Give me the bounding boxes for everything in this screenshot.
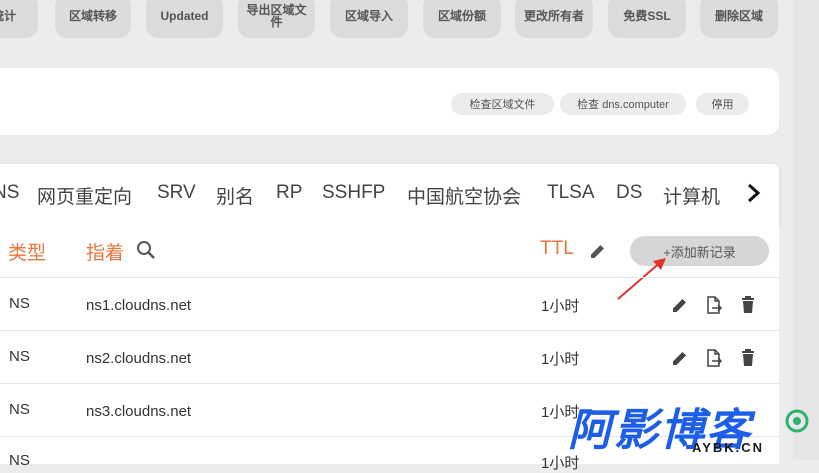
import-zone-button[interactable]: 区域导入	[330, 0, 408, 38]
record-type-cell: NS	[9, 452, 30, 469]
tab-srv[interactable]: SRV	[157, 182, 196, 204]
check-dns-button[interactable]: 检查 dns.computer	[560, 93, 686, 115]
annotation-arrow	[617, 258, 666, 300]
tab-web-redirect[interactable]: 网页重定向	[37, 182, 132, 209]
tab-caa[interactable]: 中国航空协会	[407, 182, 521, 209]
free-ssl-button[interactable]: 免费SSL	[608, 0, 686, 38]
page-scrollbar-track[interactable]	[793, 0, 819, 460]
record-ttl-cell: 1小时	[541, 351, 580, 368]
record-value-cell: ns2.cloudns.net	[86, 350, 192, 367]
tab-sshfp[interactable]: SSHFP	[322, 182, 385, 204]
export-zone-label: 导出区域文 件	[246, 3, 307, 29]
chevron-right-icon[interactable]	[745, 183, 763, 203]
statistics-label: 统计	[0, 9, 16, 23]
tab-computer[interactable]: 计算机	[663, 182, 720, 209]
tab-ns[interactable]: NS	[0, 182, 19, 204]
type-column-header[interactable]: 类型	[8, 238, 46, 265]
statistics-button[interactable]: 统计	[0, 0, 38, 38]
search-icon[interactable]	[136, 240, 156, 260]
updated-label: Updated	[160, 9, 209, 23]
delete-record-icon[interactable]	[738, 295, 758, 315]
disable-zone-button[interactable]: 停用	[696, 93, 749, 115]
change-owner-label: 更改所有者	[523, 9, 584, 23]
delete-record-icon[interactable]	[738, 348, 758, 368]
change-owner-button[interactable]: 更改所有者	[515, 0, 593, 38]
record-value-cell: ns1.cloudns.net	[86, 297, 192, 314]
delete-zone-label: 删除区域	[714, 9, 763, 23]
zone-share-label: 区域份额	[437, 9, 486, 23]
add-new-record-label: +添加新记录	[663, 244, 736, 260]
record-type-cell: NS	[9, 401, 30, 418]
record-type-cell: NS	[9, 295, 30, 312]
zone-share-button[interactable]: 区域份额	[423, 0, 501, 38]
row-divider	[0, 383, 779, 384]
check-zone-file-label: 检查区域文件	[469, 99, 536, 111]
tab-tlsa[interactable]: TLSA	[547, 182, 595, 204]
zone-toolbar: 统计 区域转移 Updated 导出区域文 件 区域导入 区域份额 更改所有者 …	[0, 0, 819, 38]
record-value-cell: ns3.cloudns.net	[86, 403, 192, 420]
check-dns-label: 检查 dns.computer	[577, 99, 669, 111]
edit-record-icon[interactable]	[670, 348, 690, 368]
delete-zone-button[interactable]: 删除区域	[700, 0, 778, 38]
copy-record-icon[interactable]	[704, 348, 724, 368]
ttl-column-header[interactable]: TTL	[540, 238, 574, 260]
watermark-logo: 阿影博客 AYBK.CN	[562, 398, 812, 460]
import-zone-label: 区域导入	[344, 9, 393, 23]
row-divider	[0, 330, 779, 331]
check-zone-file-button[interactable]: 检查区域文件	[451, 93, 554, 115]
zone-transfer-button[interactable]: 区域转移	[55, 0, 131, 38]
row-divider	[0, 277, 779, 278]
free-ssl-label: 免费SSL	[623, 9, 671, 23]
leaf-icon	[785, 409, 809, 433]
tab-rp[interactable]: RP	[276, 182, 302, 204]
edit-record-icon[interactable]	[670, 295, 690, 315]
export-zone-button[interactable]: 导出区域文 件	[238, 0, 315, 38]
tab-ds[interactable]: DS	[616, 182, 642, 204]
edit-ttl-pencil-icon[interactable]	[588, 241, 608, 261]
watermark-sub-text: AYBK.CN	[692, 440, 765, 455]
points-to-column-header[interactable]: 指着	[86, 238, 124, 265]
copy-record-icon[interactable]	[704, 295, 724, 315]
record-type-cell: NS	[9, 348, 30, 365]
tab-alias[interactable]: 别名	[216, 182, 254, 209]
disable-zone-label: 停用	[711, 99, 734, 111]
updated-button[interactable]: Updated	[146, 0, 223, 38]
record-ttl-cell: 1小时	[541, 298, 580, 315]
zone-transfer-label: 区域转移	[68, 9, 117, 23]
